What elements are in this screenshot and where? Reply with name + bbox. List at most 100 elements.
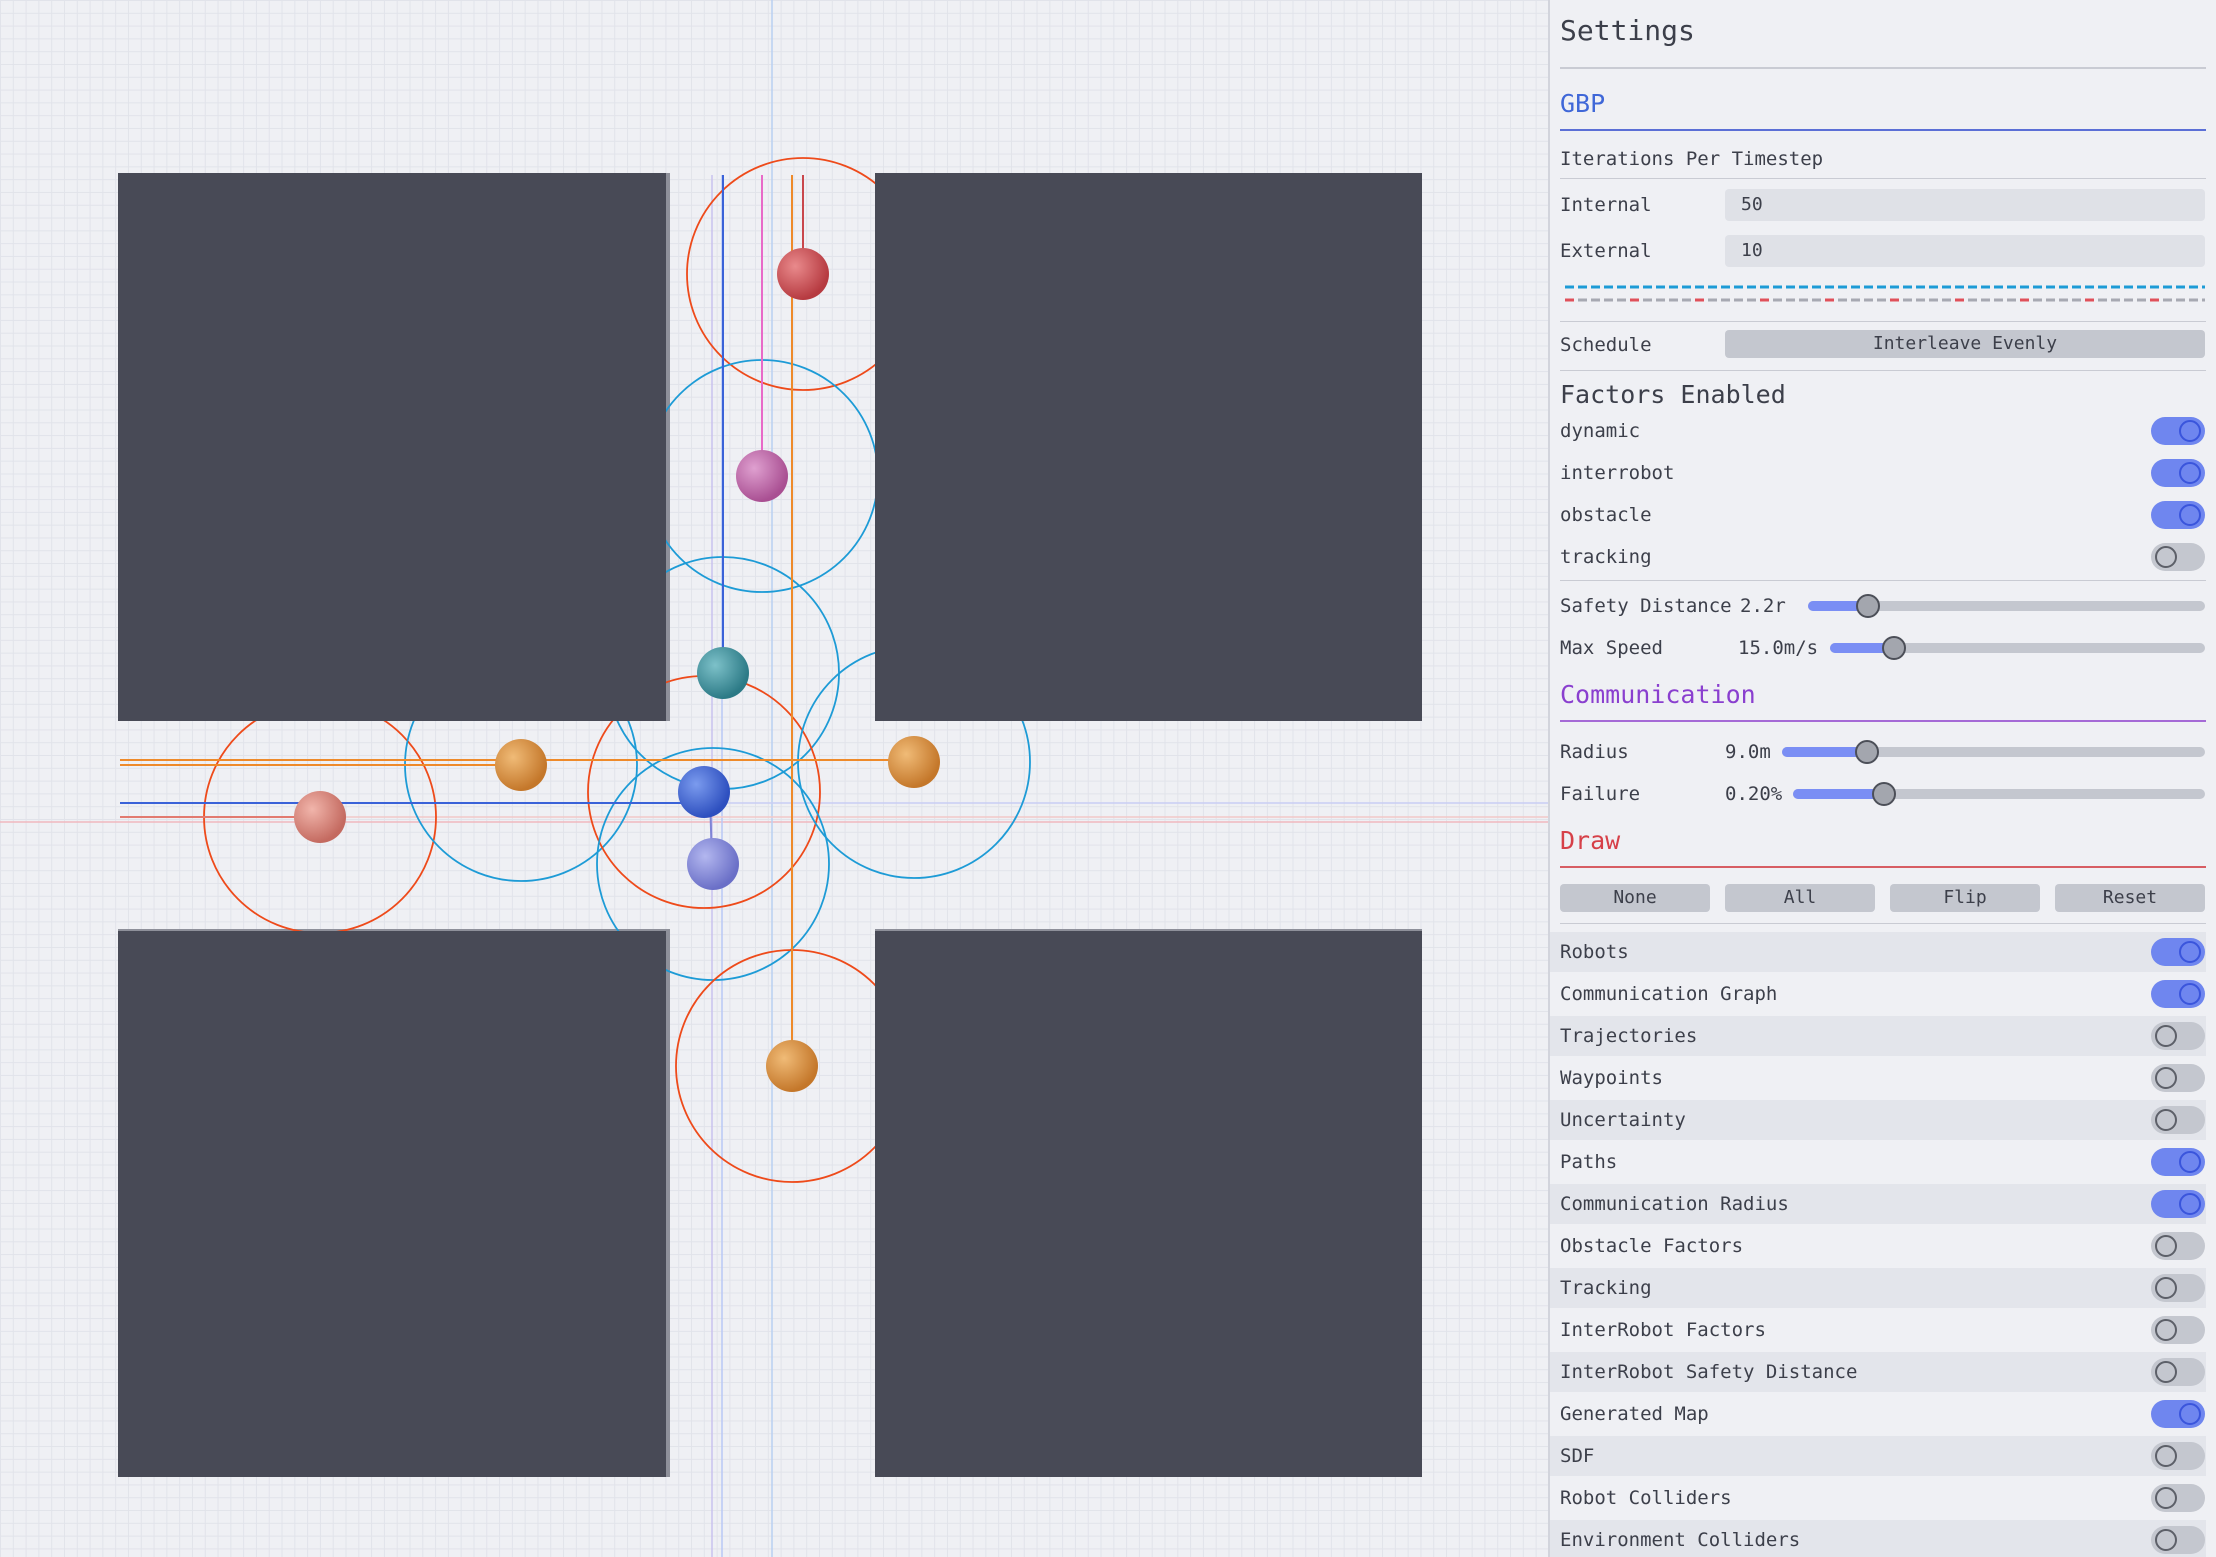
toggle-knob [2155, 1361, 2177, 1383]
draw-option-toggle-communication-radius[interactable] [2151, 1190, 2205, 1218]
section-communication-header: Communication [1560, 680, 1756, 709]
robot-lavender [687, 838, 739, 890]
internal-label: Internal [1560, 194, 1652, 216]
draw-all-button[interactable]: All [1725, 884, 1875, 912]
radius-label: Radius [1560, 741, 1629, 763]
draw-option-toggle-robots[interactable] [2151, 938, 2205, 966]
internal-iterations-input[interactable]: 50 [1725, 189, 2205, 221]
draw-option-interrobot-factors: InterRobot Factors [1550, 1310, 2206, 1350]
toggle-knob [2155, 546, 2177, 568]
draw-option-toggle-trajectories[interactable] [2151, 1022, 2205, 1050]
factors-enabled-header: Factors Enabled [1560, 380, 1786, 409]
robot-red [777, 248, 829, 300]
slider-thumb[interactable] [1872, 782, 1896, 806]
divider [1560, 129, 2206, 131]
factor-tracking-toggle[interactable] [2151, 543, 2205, 571]
draw-option-toggle-generated-map[interactable] [2151, 1400, 2205, 1428]
factor-obstacle-toggle[interactable] [2151, 501, 2205, 529]
failure-label: Failure [1560, 783, 1641, 805]
draw-option-label: Robots [1560, 941, 1629, 963]
draw-option-uncertainty: Uncertainty [1550, 1100, 2206, 1140]
safety-distance-slider[interactable] [1808, 594, 2205, 618]
divider [1560, 370, 2206, 371]
draw-option-paths: Paths [1550, 1142, 2206, 1182]
toggle-knob [2155, 1445, 2177, 1467]
draw-option-label: InterRobot Safety Distance [1560, 1361, 1858, 1383]
toggle-knob [2155, 1067, 2177, 1089]
draw-option-communication-graph: Communication Graph [1550, 974, 2206, 1014]
draw-option-toggle-interrobot-safety-distance[interactable] [2151, 1358, 2205, 1386]
draw-none-button[interactable]: None [1560, 884, 1710, 912]
robot-pink [736, 450, 788, 502]
toggle-knob [2155, 1025, 2177, 1047]
obstacle-edge [666, 173, 670, 721]
simulation-viewport[interactable] [0, 0, 1548, 1557]
slider-thumb[interactable] [1855, 740, 1879, 764]
external-iterations-input[interactable]: 10 [1725, 235, 2205, 267]
draw-option-label: Uncertainty [1560, 1109, 1686, 1131]
draw-option-interrobot-safety-distance: InterRobot Safety Distance [1550, 1352, 2206, 1392]
toggle-knob [2179, 504, 2201, 526]
factor-tracking-label: tracking [1560, 546, 1652, 568]
robot-orange [888, 736, 940, 788]
divider [1560, 720, 2206, 722]
divider [1560, 866, 2206, 868]
draw-option-environment-colliders: Environment Colliders [1550, 1520, 2206, 1557]
obstacle-edge [118, 929, 670, 931]
draw-option-toggle-obstacle-factors[interactable] [2151, 1232, 2205, 1260]
draw-option-toggle-robot-colliders[interactable] [2151, 1484, 2205, 1512]
draw-option-toggle-waypoints[interactable] [2151, 1064, 2205, 1092]
divider [1560, 67, 2206, 69]
slider-fill [1793, 789, 1884, 799]
obstacle-edge [666, 929, 670, 1477]
slider-thumb[interactable] [1882, 636, 1906, 660]
divider [1560, 923, 2206, 924]
draw-option-waypoints: Waypoints [1550, 1058, 2206, 1098]
failure-value: 0.20% [1725, 783, 1783, 805]
max-speed-label: Max Speed [1560, 637, 1663, 659]
draw-option-label: Trajectories [1560, 1025, 1698, 1047]
divider [1560, 321, 2206, 322]
draw-option-trajectories: Trajectories [1550, 1016, 2206, 1056]
max-speed-value: 15.0m/s [1738, 637, 1819, 659]
toggle-knob [2155, 1277, 2177, 1299]
draw-option-robots: Robots [1550, 932, 2206, 972]
slider-thumb[interactable] [1856, 594, 1880, 618]
toggle-knob [2155, 1487, 2177, 1509]
settings-panel: Settings GBP Iterations Per Timestep Int… [1550, 0, 2216, 1557]
draw-option-toggle-uncertainty[interactable] [2151, 1106, 2205, 1134]
schedule-dropdown[interactable]: Interleave Evenly [1725, 330, 2205, 358]
draw-option-toggle-sdf[interactable] [2151, 1442, 2205, 1470]
draw-option-toggle-environment-colliders[interactable] [2151, 1526, 2205, 1554]
divider [1560, 580, 2206, 581]
toggle-knob [2179, 462, 2201, 484]
toggle-knob [2179, 1403, 2201, 1425]
toggle-knob [2155, 1235, 2177, 1257]
comm-failure-slider[interactable] [1793, 782, 2205, 806]
factor-dynamic-toggle[interactable] [2151, 417, 2205, 445]
toggle-knob [2179, 1151, 2201, 1173]
toggle-knob [2179, 941, 2201, 963]
max-speed-slider[interactable] [1830, 636, 2205, 660]
factor-interrobot-toggle[interactable] [2151, 459, 2205, 487]
scene-canvas[interactable] [0, 0, 1548, 1557]
toggle-knob [2179, 420, 2201, 442]
comm-radius-slider[interactable] [1782, 740, 2205, 764]
draw-option-label: Tracking [1560, 1277, 1652, 1299]
draw-option-label: Obstacle Factors [1560, 1235, 1744, 1257]
draw-option-toggle-paths[interactable] [2151, 1148, 2205, 1176]
draw-reset-button[interactable]: Reset [2055, 884, 2205, 912]
draw-option-communication-radius: Communication Radius [1550, 1184, 2206, 1224]
toggle-knob [2155, 1319, 2177, 1341]
draw-flip-button[interactable]: Flip [1890, 884, 2040, 912]
draw-option-label: InterRobot Factors [1560, 1319, 1766, 1341]
section-gbp-header: GBP [1560, 89, 1606, 118]
robot-orange [766, 1040, 818, 1092]
safety-distance-label: Safety Distance [1560, 595, 1732, 617]
draw-option-label: Generated Map [1560, 1403, 1709, 1425]
draw-option-toggle-interrobot-factors[interactable] [2151, 1316, 2205, 1344]
draw-option-toggle-communication-graph[interactable] [2151, 980, 2205, 1008]
draw-option-label: Communication Graph [1560, 983, 1778, 1005]
draw-option-toggle-tracking[interactable] [2151, 1274, 2205, 1302]
panel-title: Settings [1560, 14, 1695, 47]
